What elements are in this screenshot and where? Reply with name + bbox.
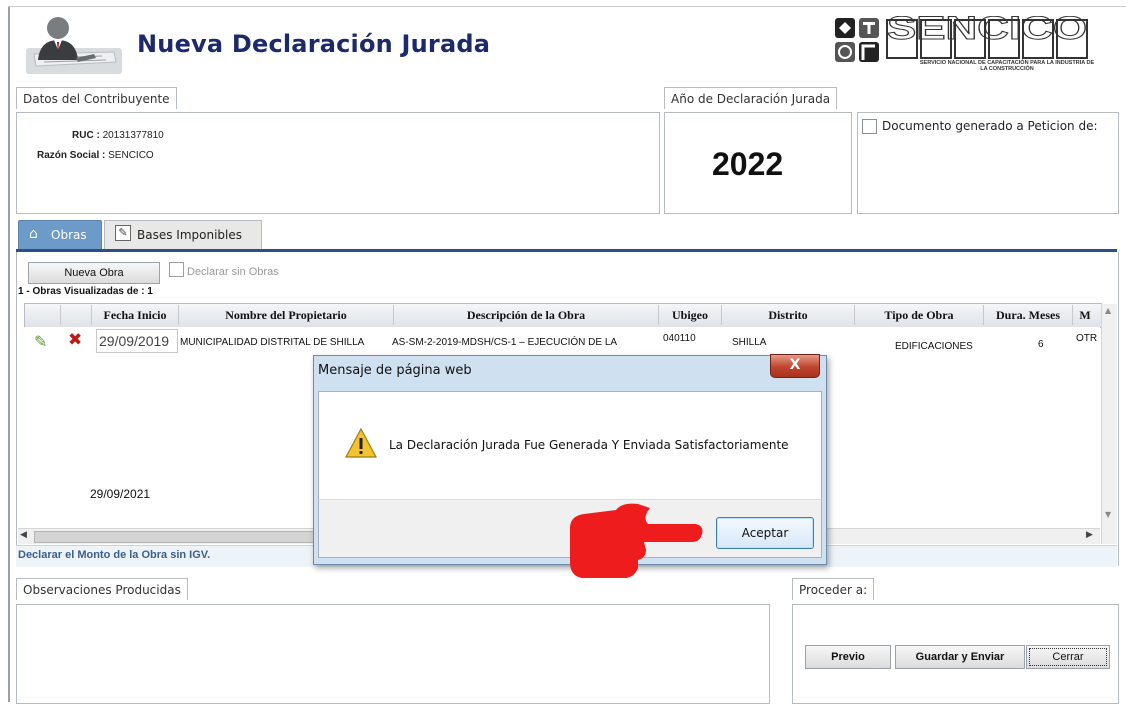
cell-descripcion: AS-SM-2-2019-MDSH/CS-1 – EJECUCIÓN DE LA [392,337,618,348]
ruc-label: RUC : [72,130,100,141]
tab-bases-label: Bases Imponibles [137,228,242,242]
col-dura-meses[interactable]: Dura. Meses [984,305,1073,325]
proceder-legend: Proceder a: [792,578,875,600]
edit-icon: ✎ [115,225,131,241]
ruc-row: RUC : 20131377810 [72,130,164,141]
previo-button[interactable]: Previo [805,645,891,669]
nueva-obra-button[interactable]: Nueva Obra [28,262,160,284]
pointing-hand-icon [570,503,703,578]
user-avatar-icon [26,17,122,74]
col-distrito[interactable]: Distrito [722,305,855,325]
tab-obras[interactable]: ⌂ Obras [18,220,102,249]
cell-propietario: MUNICIPALIDAD DISTRITAL DE SHILLA [180,337,365,348]
razon-social-label: Razón Social : [37,150,106,161]
footer-note: Declarar el Monto de la Obra sin IGV. [18,549,211,561]
peticion-label: Documento generado a Peticion de: [882,119,1098,133]
contribuyente-panel [16,112,660,214]
window-top-border [8,6,1126,7]
guardar-enviar-button[interactable]: Guardar y Enviar [895,645,1025,669]
cell-m: OTR [1076,333,1098,344]
peticion-checkbox[interactable] [862,119,877,134]
col-ubigeo[interactable]: Ubigeo [659,305,722,325]
dialog-close-button[interactable]: X [770,354,820,378]
tab-bases-imponibles[interactable]: ✎ Bases Imponibles [104,220,262,249]
warning-icon [345,428,377,458]
anio-legend: Año de Declaración Jurada [664,87,838,109]
scroll-thumb[interactable] [34,531,336,543]
dialog-message: La Declaración Jurada Fue Generada Y Env… [389,438,789,452]
anio-value: 2022 [712,146,784,182]
col-m[interactable]: M [1073,305,1097,325]
razon-social-row: Razón Social : SENCICO [37,150,154,161]
edit-row-icon[interactable]: ✎ [34,332,47,351]
cell-distrito: SHILLA [732,337,767,348]
dialog-title: Mensaje de página web [318,363,472,378]
date-note: 29/09/2021 [90,487,151,501]
home-icon: ⌂ [29,226,38,242]
col-edit [24,305,61,325]
declarar-sin-obras-checkbox[interactable] [169,262,184,277]
scroll-right-icon[interactable]: ▶ [1086,530,1093,540]
observaciones-panel [16,604,770,704]
tab-obras-label: Obras [51,228,87,242]
sencico-logo: SENCICO SERVICIO NACIONAL DE CAPACITACIÓ… [835,10,1105,82]
observaciones-legend: Observaciones Producidas [16,578,188,600]
scroll-down-icon[interactable]: ▼ [1105,510,1111,519]
sencico-subtitle: SERVICIO NACIONAL DE CAPACITACIÓN PARA L… [919,60,1095,72]
col-tipo-obra[interactable]: Tipo de Obra [855,305,984,325]
window-left-border [8,6,10,702]
close-icon: X [789,357,801,373]
scroll-left-icon[interactable]: ◀ [20,530,27,540]
ruc-value: 20131377810 [102,130,164,141]
declarar-sin-obras-label: Declarar sin Obras [187,266,279,278]
svg-text:SENCICO: SENCICO [887,16,1087,46]
scroll-up-icon[interactable]: ▲ [1105,306,1111,315]
col-descripcion[interactable]: Descripción de la Obra [394,305,659,325]
col-propietario[interactable]: Nombre del Propietario [179,305,394,325]
aceptar-button[interactable]: Aceptar [716,517,814,549]
fecha-inicio-field[interactable]: 29/09/2019 [96,329,178,353]
col-fecha-inicio[interactable]: Fecha Inicio [92,305,179,325]
contribuyente-legend: Datos del Contribuyente [16,87,177,109]
col-delete [61,305,92,325]
delete-row-icon[interactable]: ✖ [68,330,82,350]
obras-count: 1 - Obras Visualizadas de : 1 [18,286,153,297]
razon-social-value: SENCICO [108,150,154,161]
page-title: Nueva Declaración Jurada [137,30,491,58]
cell-dura-meses: 6 [1038,339,1044,350]
cerrar-button[interactable]: Cerrar [1026,645,1110,669]
cell-tipo-obra: EDIFICACIONES [895,341,973,352]
vertical-scrollbar[interactable]: ▲ ▼ [1101,304,1117,544]
cell-ubigeo: 040110 [663,333,696,344]
